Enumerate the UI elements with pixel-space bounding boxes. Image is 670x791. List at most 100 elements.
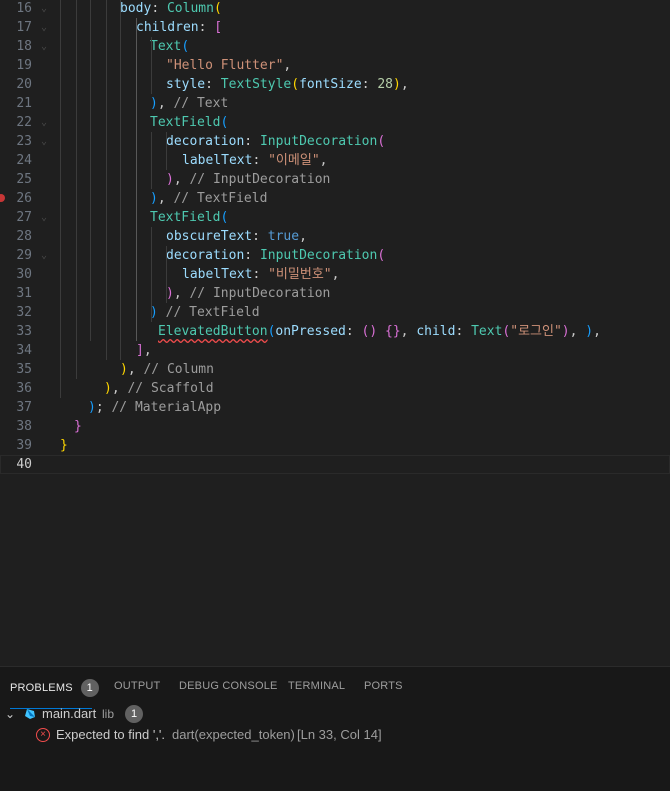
code-line[interactable]: 29 ⌄ decoration: InputDecoration( — [0, 246, 670, 265]
tab-debug-console-label: DEBUG CONSOLE — [179, 680, 278, 692]
code-line[interactable]: 32 ) // TextField — [0, 303, 670, 322]
problem-source: dart(expected_token) — [172, 727, 295, 742]
line-number: 30 — [16, 267, 32, 282]
error-icon: × — [36, 728, 50, 742]
fold-chevron-icon[interactable]: ⌄ — [41, 37, 47, 56]
line-number: 40 — [16, 457, 32, 472]
indent-guide — [106, 0, 107, 360]
code-line[interactable]: 33 ElevatedButton(onPressed: () {}, child… — [0, 322, 670, 341]
chevron-down-icon[interactable]: ⌄ — [5, 703, 15, 725]
problem-row[interactable]: × Expected to find ','. dart(expected_to… — [0, 724, 670, 746]
code-line[interactable]: 28 obscureText: true, — [0, 227, 670, 246]
code-text: ), // Scaffold — [104, 381, 214, 396]
tab-output[interactable]: OUTPUT — [114, 679, 160, 699]
code-text: ); // MaterialApp — [88, 400, 222, 415]
code-text: decoration: InputDecoration( — [166, 134, 386, 149]
code-line[interactable]: 38} — [0, 417, 670, 436]
line-number: 16 — [16, 1, 32, 16]
code-line[interactable]: 18 ⌄ Text( — [0, 37, 670, 56]
fold-chevron-icon[interactable]: ⌄ — [41, 208, 47, 227]
fold-chevron-icon[interactable]: ⌄ — [41, 0, 47, 18]
code-text: ElevatedButton(onPressed: () {}, child: … — [158, 324, 601, 339]
code-line[interactable]: 31), // InputDecoration — [0, 284, 670, 303]
problem-message: Expected to find ','. — [56, 727, 166, 742]
code-line[interactable]: 23 ⌄ decoration: InputDecoration( — [0, 132, 670, 151]
code-line[interactable]: 25 ), // InputDecoration — [0, 170, 670, 189]
code-line[interactable]: 21 ), // Text — [0, 94, 670, 113]
tab-problems[interactable]: PROBLEMS 1 — [10, 679, 99, 709]
line-number: 20 — [16, 77, 32, 92]
code-line[interactable]: 20 style: TextStyle(fontSize: 28), — [0, 75, 670, 94]
code-text: labelText: "비밀번호", — [182, 267, 340, 282]
indent-guide — [136, 18, 137, 341]
tab-terminal[interactable]: TERMINAL — [288, 679, 345, 699]
line-number: 35 — [16, 362, 32, 377]
code-text: decoration: InputDecoration( — [166, 248, 386, 263]
file-problem-count-badge: 1 — [125, 705, 143, 723]
code-text: TextField( — [150, 210, 229, 225]
line-number: 25 — [16, 172, 32, 187]
line-number: 19 — [16, 58, 32, 73]
tab-problems-label: PROBLEMS — [10, 681, 73, 694]
code-line[interactable]: 35), // Column — [0, 360, 670, 379]
indent-guide — [166, 132, 167, 170]
code-line[interactable]: 19 "Hello Flutter", — [0, 56, 670, 75]
code-text: body: Column( — [120, 1, 222, 16]
tab-terminal-label: TERMINAL — [288, 680, 346, 692]
code-line[interactable]: 27 ⌄ TextField( — [0, 208, 670, 227]
code-editor[interactable]: 16 ⌄ body: Column( 17 ⌄ children: [ 18 ⌄ Text( 19… — [0, 0, 670, 666]
code-line[interactable]: 24 labelText: "이메일", — [0, 151, 670, 170]
indent-guide — [166, 246, 167, 303]
line-number: 38 — [16, 419, 32, 434]
line-number: 27 — [16, 210, 32, 225]
tab-ports[interactable]: PORTS — [364, 679, 403, 699]
indent-guide — [151, 132, 152, 189]
line-number: 33 — [16, 324, 32, 339]
code-line[interactable]: 17 ⌄ children: [ — [0, 18, 670, 37]
problems-count-badge: 1 — [80, 679, 99, 697]
code-text: ), // InputDecoration — [166, 172, 331, 187]
fold-chevron-icon[interactable]: ⌄ — [41, 246, 47, 265]
line-number: 21 — [16, 96, 32, 111]
code-text: obscureText: true, — [166, 229, 307, 244]
code-line[interactable]: 34], — [0, 341, 670, 360]
code-line[interactable]: 16 ⌄ body: Column( — [0, 0, 670, 18]
code-text: style: TextStyle(fontSize: 28), — [166, 77, 409, 92]
bottom-panel: PROBLEMS 1 OUTPUT DEBUG CONSOLE TERMINAL … — [0, 666, 670, 791]
file-name: main.dart — [42, 706, 97, 721]
line-number: 37 — [16, 400, 32, 415]
line-number: 18 — [16, 39, 32, 54]
indent-guide — [90, 0, 91, 341]
code-text: ) // TextField — [150, 305, 260, 320]
fold-chevron-icon[interactable]: ⌄ — [41, 132, 47, 151]
line-number: 29 — [16, 248, 32, 263]
code-text: ), // Text — [150, 96, 229, 111]
code-text: } — [60, 438, 68, 453]
tab-debug-console[interactable]: DEBUG CONSOLE — [179, 679, 278, 699]
code-line[interactable]: 37 ); // MaterialApp — [0, 398, 670, 417]
code-line[interactable]: 22 ⌄ TextField( — [0, 113, 670, 132]
indent-guide — [76, 0, 77, 379]
problem-location: [Ln 33, Col 14] — [297, 727, 382, 742]
line-number: 39 — [16, 438, 32, 453]
code-line[interactable]: 39} — [0, 436, 670, 455]
code-line[interactable]: 36), // Scaffold — [0, 379, 670, 398]
code-text: ], — [136, 343, 152, 358]
code-text: ), // TextField — [150, 191, 268, 206]
line-number: 17 — [16, 20, 32, 35]
code-text: Text( — [150, 39, 190, 54]
indent-guide — [151, 227, 152, 322]
code-line[interactable]: 40 — [0, 455, 670, 474]
line-number: 24 — [16, 153, 32, 168]
line-number: 32 — [16, 305, 32, 320]
tab-ports-label: PORTS — [364, 680, 403, 692]
problem-file-row[interactable]: ⌄ main.dart lib 1 — [0, 703, 670, 725]
code-text: children: [ — [136, 20, 223, 35]
line-number: 28 — [16, 229, 32, 244]
fold-chevron-icon[interactable]: ⌄ — [41, 18, 47, 37]
fold-chevron-icon[interactable]: ⌄ — [41, 113, 47, 132]
code-text: labelText: "이메일", — [182, 153, 328, 168]
code-line[interactable]: 30 labelText: "비밀번호", — [0, 265, 670, 284]
tab-output-label: OUTPUT — [114, 680, 161, 692]
code-line[interactable]: 26), // TextField — [0, 189, 670, 208]
